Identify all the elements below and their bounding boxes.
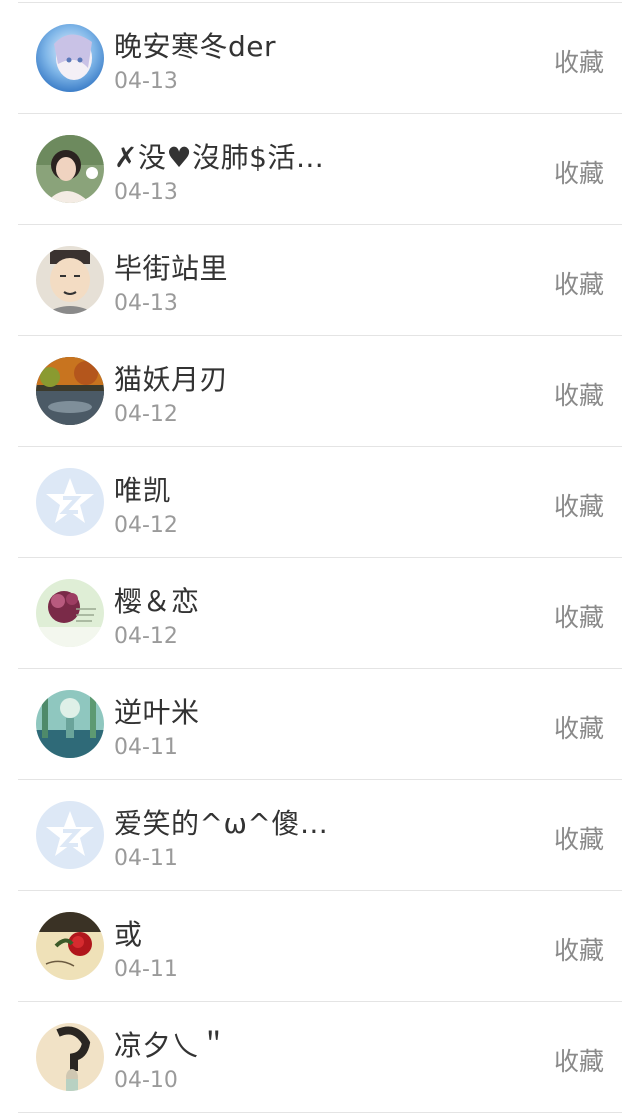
- red-rose-avatar-icon: [36, 912, 104, 980]
- list-item[interactable]: ✗没♥沒肺$活… 04-13 收藏: [0, 114, 640, 225]
- avatar[interactable]: [36, 579, 104, 647]
- collect-button[interactable]: 收藏: [554, 487, 604, 523]
- visit-date: 04-11: [114, 846, 178, 871]
- user-name[interactable]: 逆叶米: [114, 691, 200, 731]
- avatar[interactable]: [36, 690, 104, 758]
- avatar[interactable]: [36, 24, 104, 92]
- list-item[interactable]: 唯凯 04-12 收藏: [0, 447, 640, 558]
- avatar[interactable]: [36, 135, 104, 203]
- user-name[interactable]: 樱＆恋: [114, 580, 200, 620]
- list-item[interactable]: 逆叶米 04-11 收藏: [0, 669, 640, 780]
- visit-date: 04-12: [114, 624, 178, 649]
- user-name[interactable]: 唯凯: [114, 469, 171, 509]
- avatar[interactable]: [36, 912, 104, 980]
- landscape-avatar-icon: [36, 357, 104, 425]
- list-item[interactable]: 猫妖月刃 04-12 收藏: [0, 336, 640, 447]
- anime-girl-avatar-icon: [36, 24, 104, 92]
- visit-date: 04-13: [114, 69, 178, 94]
- visit-date: 04-12: [114, 513, 178, 538]
- collect-button[interactable]: 收藏: [554, 598, 604, 634]
- collect-button[interactable]: 收藏: [554, 1042, 604, 1078]
- avatar[interactable]: [36, 357, 104, 425]
- list-item[interactable]: 凉夕乀＂ 04-10 收藏: [0, 1002, 640, 1113]
- default-qzone-avatar-icon: [36, 468, 104, 536]
- list-item[interactable]: 樱＆恋 04-12 收藏: [0, 558, 640, 669]
- user-name[interactable]: ✗没♥沒肺$活…: [114, 136, 324, 176]
- collect-button[interactable]: 收藏: [554, 265, 604, 301]
- default-qzone-avatar-icon: [36, 801, 104, 869]
- collect-button[interactable]: 收藏: [554, 376, 604, 412]
- avatar[interactable]: [36, 246, 104, 314]
- visitor-list: 晚安寒冬der 04-13 收藏 ✗没♥沒肺$活… 04-13 收藏 毕街站里 …: [0, 3, 640, 1113]
- list-item[interactable]: 毕街站里 04-13 收藏: [0, 225, 640, 336]
- user-name[interactable]: 晚安寒冬der: [114, 25, 276, 65]
- visit-date: 04-10: [114, 1068, 178, 1093]
- visit-date: 04-11: [114, 735, 178, 760]
- collect-button[interactable]: 收藏: [554, 43, 604, 79]
- woman-photo-avatar-icon: [36, 135, 104, 203]
- user-name[interactable]: 或: [114, 913, 143, 953]
- collect-button[interactable]: 收藏: [554, 820, 604, 856]
- visit-date: 04-13: [114, 291, 178, 316]
- teal-painting-avatar-icon: [36, 690, 104, 758]
- avatar[interactable]: [36, 801, 104, 869]
- list-item[interactable]: 或 04-11 收藏: [0, 891, 640, 1002]
- list-item[interactable]: 爱笑的^ω^傻… 04-11 收藏: [0, 780, 640, 891]
- cartoon-man-avatar-icon: [36, 246, 104, 314]
- user-name[interactable]: 毕街站里: [114, 247, 228, 287]
- user-name[interactable]: 猫妖月刃: [114, 358, 228, 398]
- collect-button[interactable]: 收藏: [554, 931, 604, 967]
- visit-date: 04-13: [114, 180, 178, 205]
- user-name[interactable]: 凉夕乀＂: [114, 1024, 228, 1064]
- collect-button[interactable]: 收藏: [554, 709, 604, 745]
- visit-date: 04-11: [114, 957, 178, 982]
- avatar[interactable]: [36, 468, 104, 536]
- sketch-avatar-icon: [36, 1023, 104, 1091]
- avatar[interactable]: [36, 1023, 104, 1091]
- collect-button[interactable]: 收藏: [554, 154, 604, 190]
- flower-photo-avatar-icon: [36, 579, 104, 647]
- list-item[interactable]: 晚安寒冬der 04-13 收藏: [0, 3, 640, 114]
- user-name[interactable]: 爱笑的^ω^傻…: [114, 802, 328, 842]
- visit-date: 04-12: [114, 402, 178, 427]
